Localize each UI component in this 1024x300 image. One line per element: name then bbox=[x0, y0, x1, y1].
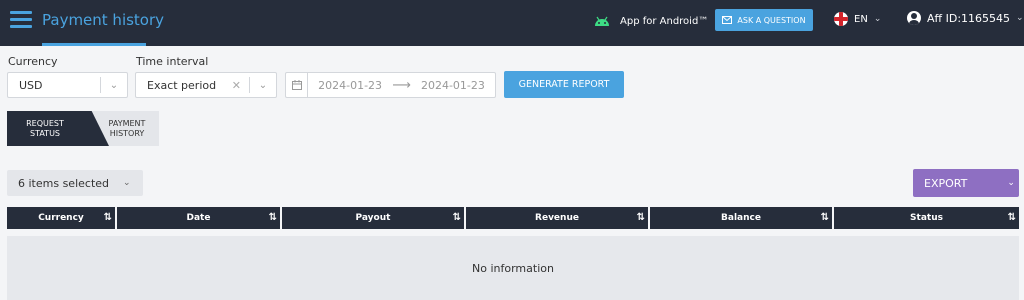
currency-select[interactable]: USD ⌄ bbox=[7, 72, 128, 98]
column-header-date[interactable]: Date ⇅ bbox=[117, 207, 282, 229]
date-from-input[interactable]: 2024-01-23 bbox=[308, 79, 392, 92]
sort-icon: ⇅ bbox=[268, 212, 277, 223]
calendar-icon[interactable] bbox=[286, 73, 308, 97]
ask-question-label: ASK A QUESTION bbox=[737, 15, 806, 25]
column-header-balance[interactable]: Balance ⇅ bbox=[650, 207, 834, 229]
sort-icon: ⇅ bbox=[452, 212, 461, 223]
android-icon bbox=[595, 16, 609, 26]
page-title: Payment history bbox=[42, 11, 165, 29]
mail-icon bbox=[722, 16, 733, 24]
empty-state-text: No information bbox=[472, 261, 554, 275]
column-header-label: Date bbox=[186, 213, 211, 223]
user-icon bbox=[907, 11, 921, 25]
column-header-label: Status bbox=[910, 213, 943, 223]
android-app-label: App for Android™ bbox=[620, 15, 709, 27]
column-header-label: Currency bbox=[38, 213, 84, 223]
items-selected-label: 6 items selected bbox=[18, 176, 110, 190]
report-tabs: REQUEST STATUS PAYMENT HISTORY bbox=[7, 111, 159, 146]
tab-label-line: REQUEST bbox=[26, 119, 64, 128]
language-selector[interactable]: EN ⌄ bbox=[834, 12, 881, 26]
time-interval-value: Exact period bbox=[147, 78, 217, 92]
tab-payment-history[interactable]: PAYMENT HISTORY bbox=[95, 119, 159, 139]
export-button[interactable]: EXPORT ⌄ bbox=[913, 169, 1019, 197]
affiliate-account-menu[interactable]: Aff ID:1165545 ⌄ bbox=[907, 11, 1024, 25]
export-label: EXPORT bbox=[924, 176, 968, 190]
time-interval-select[interactable]: Exact period ✕ ⌄ bbox=[135, 72, 277, 98]
affiliate-id: Aff ID:1165545 bbox=[927, 11, 1011, 25]
date-to-input[interactable]: 2024-01-23 bbox=[411, 79, 495, 92]
table-body: No information bbox=[7, 236, 1019, 300]
clear-icon[interactable]: ✕ bbox=[232, 79, 241, 92]
top-bar: Payment history App for Android™ ASK A Q… bbox=[0, 0, 1024, 46]
date-range-picker[interactable]: 2024-01-23 ⟶ 2024-01-23 bbox=[285, 72, 496, 98]
title-underline bbox=[42, 43, 146, 46]
columns-selector[interactable]: 6 items selected ⌄ bbox=[7, 170, 143, 196]
column-header-payout[interactable]: Payout ⇅ bbox=[282, 207, 466, 229]
tab-label-line: PAYMENT bbox=[108, 119, 146, 128]
tab-label-line: STATUS bbox=[29, 129, 60, 138]
time-interval-label: Time interval bbox=[136, 55, 209, 68]
android-app-link[interactable]: App for Android™ bbox=[594, 12, 708, 30]
chevron-down-icon: ⌄ bbox=[873, 14, 882, 24]
chevron-down-icon: ⌄ bbox=[258, 79, 268, 91]
arrow-right-icon: ⟶ bbox=[392, 77, 411, 93]
column-header-label: Revenue bbox=[535, 213, 579, 223]
column-header-status[interactable]: Status ⇅ bbox=[834, 207, 1019, 229]
currency-label: Currency bbox=[8, 55, 58, 68]
hamburger-menu-icon[interactable] bbox=[10, 10, 32, 30]
chevron-down-icon: ⌄ bbox=[1007, 178, 1015, 188]
sort-icon: ⇅ bbox=[636, 212, 645, 223]
sort-icon: ⇅ bbox=[103, 212, 112, 223]
column-header-label: Payout bbox=[355, 213, 391, 223]
uk-flag-icon bbox=[834, 12, 848, 26]
ask-question-button[interactable]: ASK A QUESTION bbox=[715, 9, 813, 31]
tab-label-line: HISTORY bbox=[109, 129, 145, 138]
sort-icon: ⇅ bbox=[820, 212, 829, 223]
column-header-label: Balance bbox=[721, 213, 761, 223]
chevron-down-icon: ⌄ bbox=[109, 79, 119, 91]
table-header: Currency ⇅ Date ⇅ Payout ⇅ Revenue ⇅ Bal… bbox=[7, 207, 1019, 229]
tab-request-status[interactable]: REQUEST STATUS bbox=[7, 111, 109, 146]
sort-icon: ⇅ bbox=[1007, 212, 1016, 223]
column-header-currency[interactable]: Currency ⇅ bbox=[7, 207, 117, 229]
generate-report-button[interactable]: GENERATE REPORT bbox=[504, 71, 624, 98]
chevron-down-icon: ⌄ bbox=[123, 178, 131, 188]
chevron-down-icon: ⌄ bbox=[1016, 13, 1024, 23]
column-header-revenue[interactable]: Revenue ⇅ bbox=[466, 207, 650, 229]
currency-value: USD bbox=[19, 78, 43, 92]
language-label: EN bbox=[854, 13, 868, 25]
